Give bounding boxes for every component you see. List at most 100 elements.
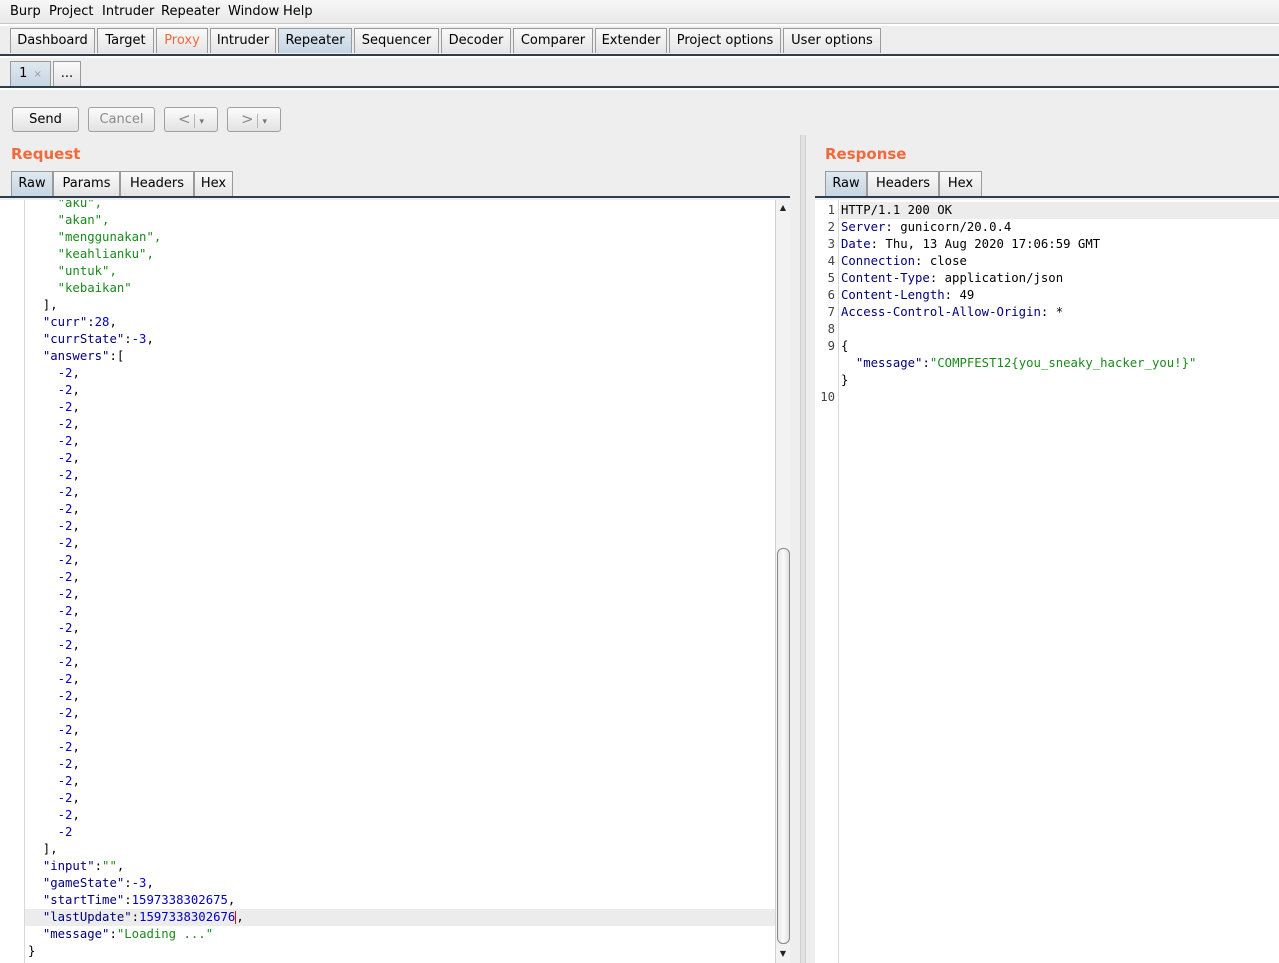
code-token: -2 — [57, 383, 73, 397]
code-token: -2 — [57, 519, 73, 533]
code-token: -2 — [57, 791, 73, 805]
response-tab-underline — [815, 196, 1279, 198]
code-token: Date — [841, 237, 871, 251]
tab-project-options[interactable]: Project options — [669, 28, 781, 53]
request-tab-raw[interactable]: Raw — [11, 171, 53, 196]
code-token: ], — [28, 298, 58, 312]
menu-bar: Burp Project Intruder Repeater Window He… — [0, 0, 1279, 24]
tab-target[interactable]: Target — [97, 28, 154, 53]
code-token: -2 — [57, 366, 73, 380]
code-token: -2 — [57, 587, 73, 601]
code-line: Content-Length: 49 — [841, 287, 974, 304]
code-token: , — [72, 774, 80, 788]
code-line: -2, — [28, 620, 80, 637]
code-token: ], — [28, 842, 58, 856]
code-line: "message":"COMPFEST12{you_sneaky_hacker_… — [841, 355, 1197, 372]
code-token: , — [72, 468, 80, 482]
code-line: "akan", — [28, 212, 110, 229]
new-tab-button[interactable]: ... — [53, 61, 81, 86]
code-line: "kebaikan" — [28, 280, 132, 297]
response-tab-headers[interactable]: Headers — [867, 171, 939, 196]
code-token: -2 — [57, 451, 73, 465]
request-tab-headers[interactable]: Headers — [120, 171, 194, 196]
tab-extender[interactable]: Extender — [595, 28, 667, 53]
tab-proxy[interactable]: Proxy — [156, 28, 208, 53]
code-token: "curr" — [42, 315, 88, 329]
tab-dashboard[interactable]: Dashboard — [10, 28, 95, 53]
code-line: -2, — [28, 467, 80, 484]
send-button[interactable]: Send — [12, 107, 79, 132]
code-line: -2, — [28, 586, 80, 603]
scrollbar-thumb[interactable] — [777, 548, 790, 944]
tab-repeater[interactable]: Repeater — [278, 28, 352, 53]
scroll-up-icon[interactable]: ▲ — [776, 202, 790, 214]
tab-decoder[interactable]: Decoder — [441, 28, 511, 53]
scroll-down-icon[interactable]: ▼ — [776, 948, 790, 960]
request-tab-underline — [0, 196, 790, 198]
close-icon[interactable]: × — [33, 69, 41, 80]
tab-comparer[interactable]: Comparer — [513, 28, 593, 53]
menu-help[interactable]: Help — [283, 4, 313, 19]
tab-user-options[interactable]: User options — [783, 28, 881, 53]
code-token: "message" — [855, 356, 923, 370]
repeater-tab-1[interactable]: 1 × — [10, 61, 51, 86]
line-number: 6 — [827, 288, 835, 302]
code-token: , — [72, 570, 80, 584]
request-editor[interactable]: "aku", "akan", "menggunakan", "keahliank… — [0, 200, 775, 963]
code-line: -2, — [28, 688, 80, 705]
code-token: "currState" — [42, 332, 125, 346]
code-line: "startTime":1597338302675, — [28, 892, 236, 909]
request-tab-hex[interactable]: Hex — [194, 171, 233, 196]
menu-intruder[interactable]: Intruder — [102, 4, 154, 19]
menu-repeater[interactable]: Repeater — [161, 4, 220, 19]
chevron-down-icon: ▾ — [262, 117, 268, 127]
cancel-button[interactable]: Cancel — [88, 107, 155, 132]
line-number — [815, 372, 835, 389]
tab-intruder[interactable]: Intruder — [210, 28, 276, 53]
request-scrollbar[interactable]: ▲ ▼ — [775, 200, 790, 963]
menu-project[interactable]: Project — [49, 4, 93, 19]
code-token: } — [841, 373, 849, 387]
code-line: -2, — [28, 450, 80, 467]
response-tab-raw[interactable]: Raw — [825, 171, 867, 196]
code-line: } — [841, 372, 848, 389]
code-token: "keahlianku", — [57, 247, 154, 261]
code-line: -2, — [28, 756, 80, 773]
menu-burp[interactable]: Burp — [10, 4, 41, 19]
response-editor[interactable]: 1 HTTP/1.1 200 OK 2 Server: gunicorn/20.0.4… — [815, 200, 1279, 963]
code-line: Date: Thu, 13 Aug 2020 17:06:59 GMT — [841, 236, 1100, 253]
repeater-tab-1-label: 1 — [19, 66, 28, 81]
code-token: "akan", — [57, 213, 110, 227]
code-token: : — [124, 893, 132, 907]
code-token: -2 — [57, 485, 73, 499]
code-token: , — [236, 910, 244, 924]
code-line: HTTP/1.1 200 OK — [841, 202, 952, 219]
forward-button[interactable]: > ▾ — [227, 107, 281, 132]
response-tab-hex[interactable]: Hex — [939, 171, 982, 196]
line-number — [815, 355, 835, 372]
menu-window[interactable]: Window — [228, 4, 279, 19]
code-token: -3 — [131, 332, 147, 346]
code-token: , — [72, 621, 80, 635]
code-token: { — [841, 339, 849, 353]
tab-sequencer[interactable]: Sequencer — [354, 28, 439, 53]
code-token: , — [72, 638, 80, 652]
code-line: Access-Control-Allow-Origin: * — [841, 304, 1063, 321]
request-tab-params[interactable]: Params — [53, 171, 120, 196]
code-token: , — [72, 400, 80, 414]
code-token: -2 — [57, 468, 73, 482]
back-button[interactable]: < ▾ — [164, 107, 218, 132]
code-token: -2 — [57, 536, 73, 550]
pane-splitter[interactable] — [800, 135, 806, 963]
